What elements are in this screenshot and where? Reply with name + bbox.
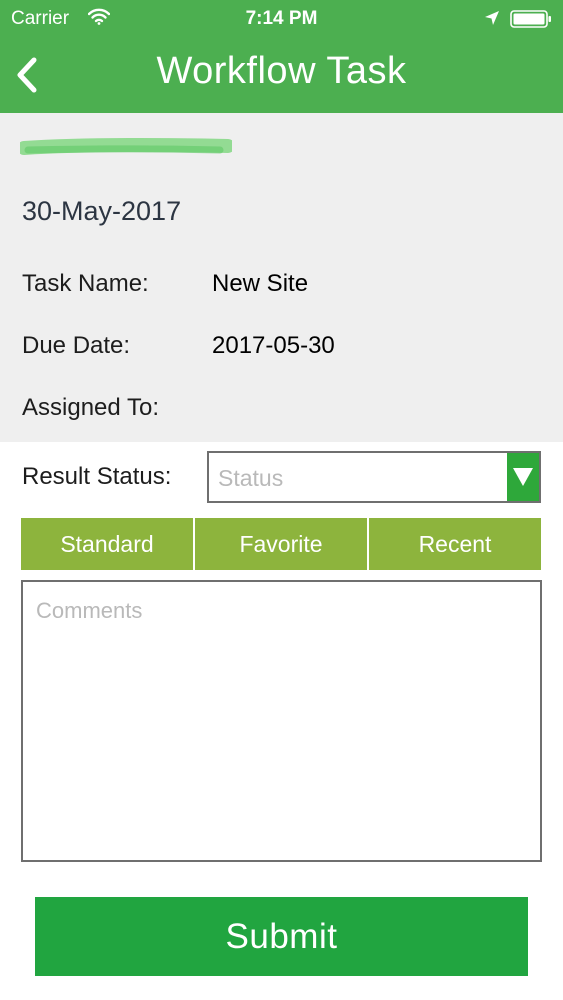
triangle-down-icon bbox=[513, 468, 533, 486]
submit-button[interactable]: Submit bbox=[35, 897, 528, 976]
workflow-task-screen: Carrier 7:14 PM Workflow Task 30-May-201… bbox=[0, 0, 563, 1000]
status-bar: Carrier 7:14 PM bbox=[0, 0, 563, 38]
redacted-text-scribble bbox=[17, 137, 235, 159]
header: Carrier 7:14 PM Workflow Task bbox=[0, 0, 563, 113]
page-title: Workflow Task bbox=[156, 50, 407, 92]
assigned-to-label: Assigned To: bbox=[22, 394, 159, 421]
task-date: 30-May-2017 bbox=[22, 196, 182, 226]
clock-time: 7:14 PM bbox=[245, 8, 318, 29]
result-status-select[interactable]: Status bbox=[207, 451, 541, 503]
dropdown-toggle[interactable] bbox=[507, 453, 539, 501]
tab-standard[interactable]: Standard bbox=[21, 518, 195, 570]
comments-textarea[interactable] bbox=[21, 580, 542, 862]
due-date-label: Due Date: bbox=[22, 332, 131, 359]
task-info-panel: 30-May-2017 Task Name: New Site Due Date… bbox=[0, 113, 563, 442]
result-status-label: Result Status: bbox=[22, 463, 172, 490]
comment-template-tabs: Standard Favorite Recent bbox=[21, 518, 541, 570]
due-date-value: 2017-05-30 bbox=[212, 332, 335, 359]
status-placeholder: Status bbox=[218, 465, 284, 491]
location-arrow-icon bbox=[484, 10, 500, 31]
task-name-value: New Site bbox=[212, 270, 309, 297]
battery-icon bbox=[510, 10, 552, 33]
task-name-label: Task Name: bbox=[22, 270, 149, 297]
tab-recent[interactable]: Recent bbox=[369, 518, 541, 570]
tab-favorite[interactable]: Favorite bbox=[195, 518, 369, 570]
